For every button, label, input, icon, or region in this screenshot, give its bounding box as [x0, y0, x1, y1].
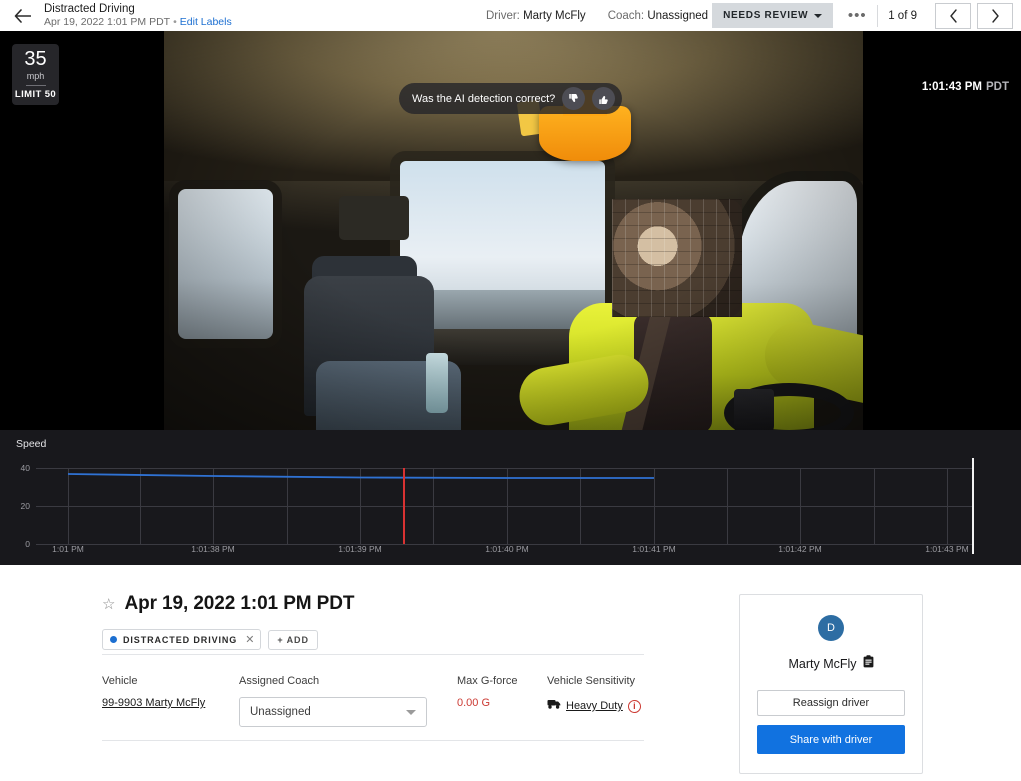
- video-timestamp: 1:01:43 PM PDT: [918, 81, 1009, 93]
- previous-event-button[interactable]: [935, 3, 971, 29]
- avatar: D: [818, 615, 844, 641]
- chevron-left-icon: [949, 9, 958, 23]
- close-icon[interactable]: ✕: [245, 633, 254, 646]
- xtick-2: 1:01:39 PM: [338, 544, 381, 554]
- chevron-down-icon: [814, 14, 822, 18]
- speed-badge: 35 mph LIMIT 50: [12, 44, 59, 105]
- header-divider: [877, 5, 878, 27]
- speed-value: 35: [24, 49, 46, 69]
- coach-meta: Coach: Unassigned: [608, 10, 708, 22]
- event-title: Apr 19, 2022 1:01 PM PDT: [124, 593, 354, 615]
- max-gforce-field: Max G-force 0.00 G: [457, 675, 547, 709]
- video-timezone: PDT: [986, 81, 1009, 93]
- details-divider-bottom: [102, 740, 644, 741]
- event-details-left: ☆ Apr 19, 2022 1:01 PM PDT DISTRACTED DR…: [102, 593, 672, 650]
- status-badge: NEEDS REVIEW: [723, 10, 808, 21]
- max-gforce-label: Max G-force: [457, 675, 547, 687]
- thumbs-up-icon: [598, 93, 610, 105]
- coach-meta-label: Coach:: [608, 10, 644, 22]
- thumbs-down-button[interactable]: [562, 87, 585, 110]
- vehicle-sensitivity-value[interactable]: Heavy Duty: [566, 700, 623, 712]
- vehicle-sensitivity-row: Heavy Duty i: [547, 697, 641, 715]
- edit-labels-link[interactable]: Edit Labels: [180, 16, 232, 28]
- event-field-row: Vehicle 99-9903 Marty McFly Assigned Coa…: [102, 675, 641, 727]
- xtick-6: 1:01:43 PM: [925, 544, 968, 554]
- event-marker: [403, 468, 405, 544]
- driver-meta-label: Driver:: [486, 10, 520, 22]
- xtick-5: 1:01:42 PM: [778, 544, 821, 554]
- more-options-button[interactable]: •••: [839, 3, 875, 29]
- ai-feedback-prompt: Was the AI detection correct?: [412, 93, 555, 105]
- vehicle-label: Vehicle: [102, 675, 239, 687]
- driver-card: D Marty McFly Reassign driver Share with…: [739, 594, 923, 774]
- speed-unit: mph: [27, 71, 45, 81]
- xtick-0: 1:01 PM: [52, 544, 84, 554]
- driver-name-row: Marty McFly: [788, 655, 873, 673]
- info-icon[interactable]: i: [628, 700, 641, 713]
- truck-icon: [547, 697, 561, 715]
- header-actions: NEEDS REVIEW ••• 1 of 9: [712, 3, 1013, 29]
- chevron-right-icon: [991, 9, 1000, 23]
- details-divider-top: [102, 654, 644, 655]
- id-card-icon: [863, 655, 874, 673]
- driver-meta: Driver: Marty McFly: [486, 10, 586, 22]
- separator: •: [173, 16, 177, 28]
- video-player[interactable]: 35 mph LIMIT 50 Was the AI detection cor…: [0, 31, 1021, 430]
- status-dropdown[interactable]: NEEDS REVIEW: [712, 3, 833, 28]
- speed-divider: [26, 85, 46, 86]
- chart-plot-area: 40 20 0 1:01 PM 1:01:38 PM 1:01:39 PM 1:…: [0, 430, 1021, 565]
- driver-name: Marty McFly: [788, 657, 856, 671]
- chevron-down-icon: [406, 710, 416, 715]
- driver-meta-value: Marty McFly: [523, 10, 586, 22]
- tag-chip-distracted-driving[interactable]: DISTRACTED DRIVING ✕: [102, 629, 261, 650]
- top-bar: Distracted Driving Apr 19, 2022 1:01 PM …: [0, 0, 1021, 31]
- tag-color-dot: [110, 636, 117, 643]
- thumbs-up-button[interactable]: [592, 87, 615, 110]
- add-tag-button[interactable]: + ADD: [268, 630, 317, 650]
- reassign-driver-button[interactable]: Reassign driver: [757, 690, 905, 716]
- back-button[interactable]: [0, 0, 44, 31]
- vehicle-sensitivity-field: Vehicle Sensitivity Heavy Duty i: [547, 675, 641, 715]
- xtick-3: 1:01:40 PM: [485, 544, 528, 554]
- tag-list: DISTRACTED DRIVING ✕ + ADD: [102, 629, 672, 650]
- assigned-coach-label: Assigned Coach: [239, 675, 457, 687]
- star-outline-icon[interactable]: ☆: [102, 597, 115, 612]
- speed-limit: LIMIT 50: [15, 89, 56, 100]
- next-event-button[interactable]: [977, 3, 1013, 29]
- share-with-driver-button[interactable]: Share with driver: [757, 725, 905, 754]
- ai-feedback-bar: Was the AI detection correct?: [399, 83, 622, 114]
- speed-chart-panel[interactable]: Speed 40 20 0 1:01 PM 1:01:38 PM 1:01:39…: [0, 430, 1021, 565]
- page-title: Distracted Driving: [44, 3, 232, 16]
- vehicle-link[interactable]: 99-9903 Marty McFly: [102, 697, 239, 709]
- max-gforce-value: 0.00 G: [457, 697, 547, 709]
- header-meta: Driver: Marty McFly Coach: Unassigned: [486, 10, 730, 22]
- assigned-coach-value: Unassigned: [250, 706, 311, 718]
- vehicle-sensitivity-label: Vehicle Sensitivity: [547, 675, 641, 687]
- arrow-left-icon: [14, 9, 31, 23]
- xtick-4: 1:01:41 PM: [632, 544, 675, 554]
- coach-meta-value: Unassigned: [647, 10, 708, 22]
- event-title-row: ☆ Apr 19, 2022 1:01 PM PDT: [102, 593, 672, 615]
- xtick-1: 1:01:38 PM: [191, 544, 234, 554]
- pagination-count: 1 of 9: [888, 10, 917, 22]
- assigned-coach-field: Assigned Coach Unassigned: [239, 675, 457, 727]
- ellipsis-icon: •••: [848, 7, 867, 24]
- playhead[interactable]: [972, 458, 974, 554]
- title-block: Distracted Driving Apr 19, 2022 1:01 PM …: [44, 3, 232, 28]
- page-subtitle: Apr 19, 2022 1:01 PM PDT•Edit Labels: [44, 16, 232, 28]
- video-time-value: 1:01:43 PM: [922, 81, 982, 93]
- tag-label: DISTRACTED DRIVING: [123, 635, 237, 645]
- thumbs-down-icon: [568, 93, 580, 105]
- event-datetime: Apr 19, 2022 1:01 PM PDT: [44, 16, 170, 28]
- vehicle-field: Vehicle 99-9903 Marty McFly: [102, 675, 239, 709]
- assigned-coach-select[interactable]: Unassigned: [239, 697, 427, 727]
